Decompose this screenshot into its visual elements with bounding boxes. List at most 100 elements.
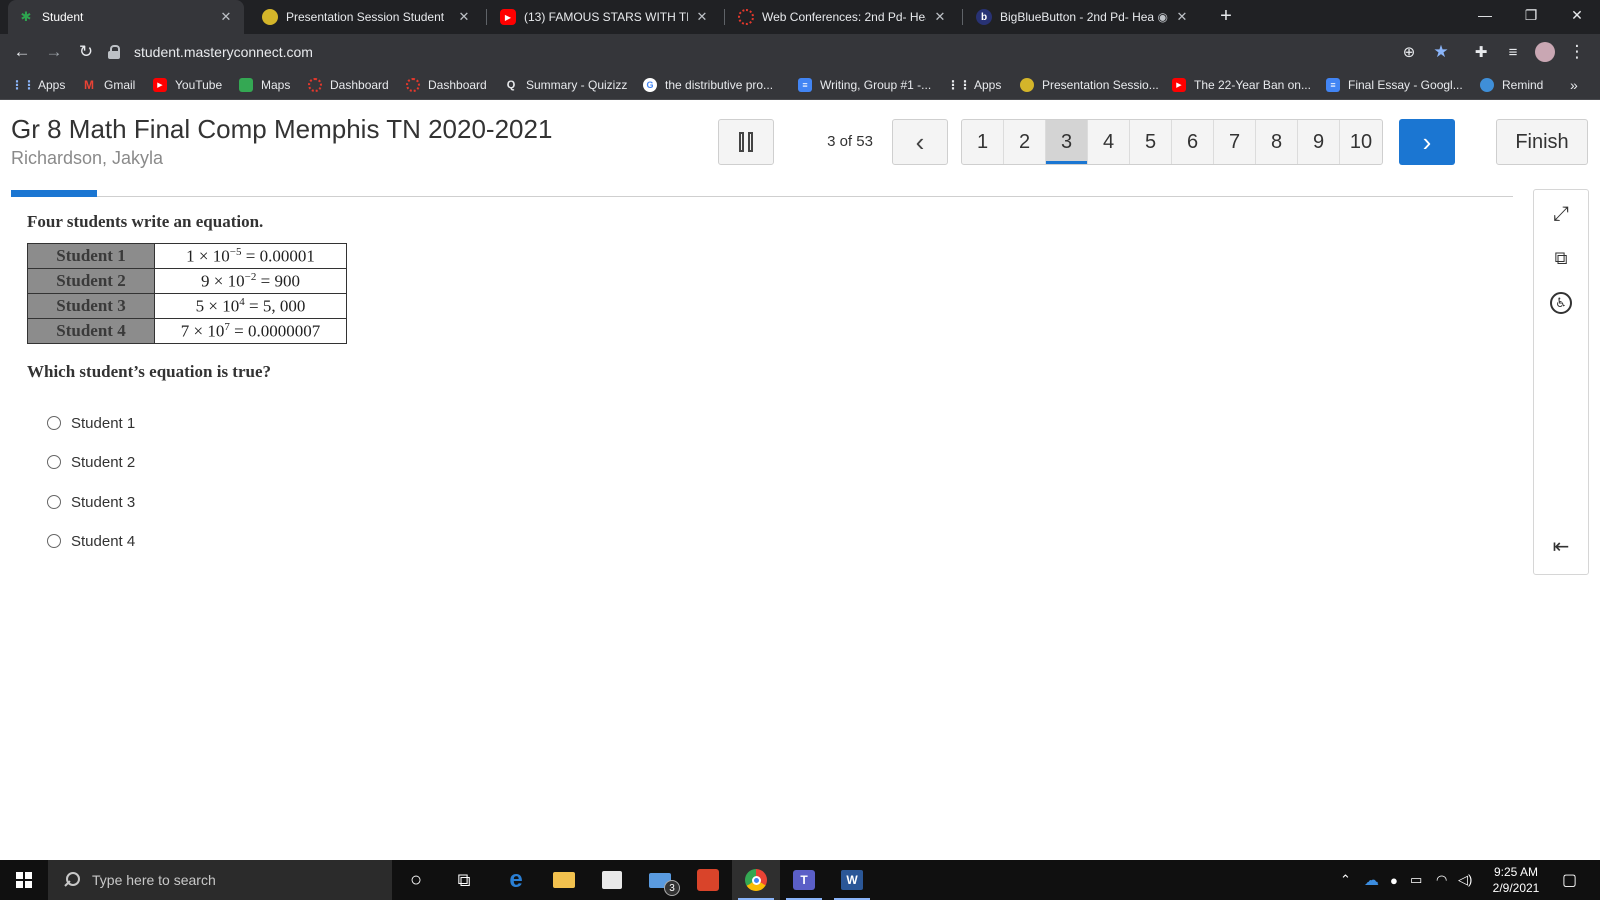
bookmark-presentation-session[interactable]: Presentation Sessio... xyxy=(1020,76,1159,94)
chrome-icon[interactable] xyxy=(732,860,780,900)
bookmark-apps[interactable]: ⋮⋮ Apps xyxy=(11,76,65,94)
minimize-button[interactable]: — xyxy=(1462,0,1508,30)
answer-option-4[interactable]: Student 4 xyxy=(47,530,135,552)
option-label: Student 2 xyxy=(71,453,136,471)
microphone-icon[interactable]: ● xyxy=(1390,860,1398,900)
collapse-panel-icon[interactable]: ⇤ xyxy=(1547,532,1575,560)
finish-button[interactable]: Finish xyxy=(1496,119,1588,165)
office-app-icon[interactable] xyxy=(684,860,732,900)
bookmark-star-icon[interactable]: ★ xyxy=(1428,39,1454,65)
radio-button[interactable] xyxy=(47,416,61,430)
page-button-10[interactable]: 10 xyxy=(1340,120,1382,164)
bookmark-remind[interactable]: Remind xyxy=(1480,76,1543,94)
bookmark-label: Apps xyxy=(974,78,1002,92)
answer-option-2[interactable]: Student 2 xyxy=(47,451,135,473)
lock-icon xyxy=(108,45,120,59)
forward-button[interactable]: → xyxy=(41,39,67,65)
close-window-button[interactable]: ✕ xyxy=(1554,0,1600,30)
expand-icon[interactable]: ⤢ xyxy=(1547,200,1575,228)
table-row: Student 47 × 107 = 0.0000007 xyxy=(27,318,347,344)
page-button-3[interactable]: 3 xyxy=(1046,120,1088,164)
canvas-icon xyxy=(406,78,420,92)
tab-separator xyxy=(486,9,487,25)
bookmark-dashboard-2[interactable]: Dashboard xyxy=(406,76,487,94)
new-tab-button[interactable]: + xyxy=(1214,5,1238,29)
accessibility-icon[interactable]: ♿︎ xyxy=(1547,289,1575,317)
onedrive-icon[interactable]: ☁ xyxy=(1364,860,1379,900)
store-icon[interactable] xyxy=(588,860,636,900)
bookmark-distributive[interactable]: Gthe distributive pro... xyxy=(643,76,773,94)
cortana-icon[interactable]: ○ xyxy=(392,860,440,900)
wifi-icon[interactable]: ◠ xyxy=(1436,860,1447,900)
tab-web-conferences[interactable]: Web Conferences: 2nd Pd- Healt ✕ xyxy=(728,0,958,34)
teams-icon[interactable]: T xyxy=(780,860,828,900)
bookmark-final-essay[interactable]: ≡ Final Essay - Googl... xyxy=(1326,76,1463,94)
bookmark-label: Presentation Sessio... xyxy=(1042,78,1159,92)
bookmark-youtube[interactable]: ▶ YouTube xyxy=(153,76,222,94)
magnifier-icon[interactable]: ⧉ xyxy=(1547,244,1575,272)
radio-button[interactable] xyxy=(47,495,61,509)
equation-result: = 5, 000 xyxy=(244,296,306,316)
tab-separator xyxy=(724,9,725,25)
system-clock[interactable]: 9:25 AM 2/9/2021 xyxy=(1482,864,1550,896)
equation-cell: 5 × 104 = 5, 000 xyxy=(154,293,347,319)
avatar[interactable] xyxy=(1532,39,1558,65)
bookmark-quizizz[interactable]: Q Summary - Quizizz xyxy=(504,76,628,94)
tab-student[interactable]: ✱ Student ✕ xyxy=(8,0,244,34)
file-explorer-icon[interactable] xyxy=(540,860,588,900)
pause-icon xyxy=(739,132,744,152)
bookmark-22-year-ban[interactable]: ▶ The 22-Year Ban on... xyxy=(1172,76,1311,94)
close-icon[interactable]: ✕ xyxy=(932,9,948,25)
menu-kebab-icon[interactable]: ⋮ xyxy=(1564,39,1590,65)
back-button[interactable]: ← xyxy=(9,39,35,65)
volume-icon[interactable]: ◁) xyxy=(1458,860,1472,900)
edge-icon[interactable]: e xyxy=(492,860,540,900)
close-icon[interactable]: ✕ xyxy=(694,9,710,25)
bookmark-gmail[interactable]: M Gmail xyxy=(82,76,135,94)
previous-question-button[interactable]: ‹ xyxy=(892,119,948,165)
close-icon[interactable]: ✕ xyxy=(456,9,472,25)
page-button-1[interactable]: 1 xyxy=(962,120,1004,164)
bookmark-dashboard-1[interactable]: Dashboard xyxy=(308,76,389,94)
show-hidden-icons[interactable]: ⌃ xyxy=(1340,860,1351,900)
page-button-7[interactable]: 7 xyxy=(1214,120,1256,164)
notifications-icon[interactable]: ▢ xyxy=(1562,860,1577,900)
page-button-6[interactable]: 6 xyxy=(1172,120,1214,164)
radio-button[interactable] xyxy=(47,534,61,548)
page-button-5[interactable]: 5 xyxy=(1130,120,1172,164)
radio-button[interactable] xyxy=(47,455,61,469)
extensions-icon[interactable]: ✚ xyxy=(1468,39,1494,65)
restore-button[interactable]: ❐ xyxy=(1508,0,1554,30)
word-icon[interactable]: W xyxy=(828,860,876,900)
tab-bigbluebutton[interactable]: b BigBlueButton - 2nd Pd- Hea ◉ ✕ xyxy=(966,0,1200,34)
bookmark-apps-2[interactable]: ⋮⋮ Apps xyxy=(947,76,1002,94)
start-button[interactable] xyxy=(0,860,48,900)
student-label: Student 3 xyxy=(27,293,155,319)
bookmark-maps[interactable]: Maps xyxy=(239,76,290,94)
taskbar-search[interactable]: Type here to search xyxy=(48,860,392,900)
zoom-icon[interactable]: ⊕ xyxy=(1396,39,1422,65)
page-button-2[interactable]: 2 xyxy=(1004,120,1046,164)
pause-button[interactable] xyxy=(718,119,774,165)
answer-option-3[interactable]: Student 3 xyxy=(47,491,135,513)
task-view-icon[interactable]: ⧉ xyxy=(440,860,488,900)
tab-presentation-session[interactable]: Presentation Session Student ✕ xyxy=(252,0,482,34)
page-button-8[interactable]: 8 xyxy=(1256,120,1298,164)
address-bar[interactable]: student.masteryconnect.com xyxy=(108,39,1428,65)
page-button-4[interactable]: 4 xyxy=(1088,120,1130,164)
battery-icon[interactable]: ▭ xyxy=(1410,860,1422,900)
chevron-right-icon: › xyxy=(1422,126,1432,157)
bookmark-writing-group[interactable]: ≡ Writing, Group #1 -... xyxy=(798,76,931,94)
media-control-icon[interactable]: ≡ xyxy=(1500,39,1526,65)
bookmark-label: Dashboard xyxy=(428,78,487,92)
bookmarks-overflow-button[interactable]: » xyxy=(1570,76,1578,94)
mail-icon[interactable]: 3 xyxy=(636,860,684,900)
close-icon[interactable]: ✕ xyxy=(218,9,234,25)
answer-option-1[interactable]: Student 1 xyxy=(47,412,135,434)
next-question-button[interactable]: › xyxy=(1399,119,1455,165)
tab-youtube-famous-stars[interactable]: ▶ (13) FAMOUS STARS WITH THEIR ✕ xyxy=(490,0,720,34)
close-icon[interactable]: ✕ xyxy=(1174,9,1190,25)
youtube-icon: ▶ xyxy=(153,78,167,92)
reload-button[interactable]: ↻ xyxy=(73,39,99,65)
page-button-9[interactable]: 9 xyxy=(1298,120,1340,164)
